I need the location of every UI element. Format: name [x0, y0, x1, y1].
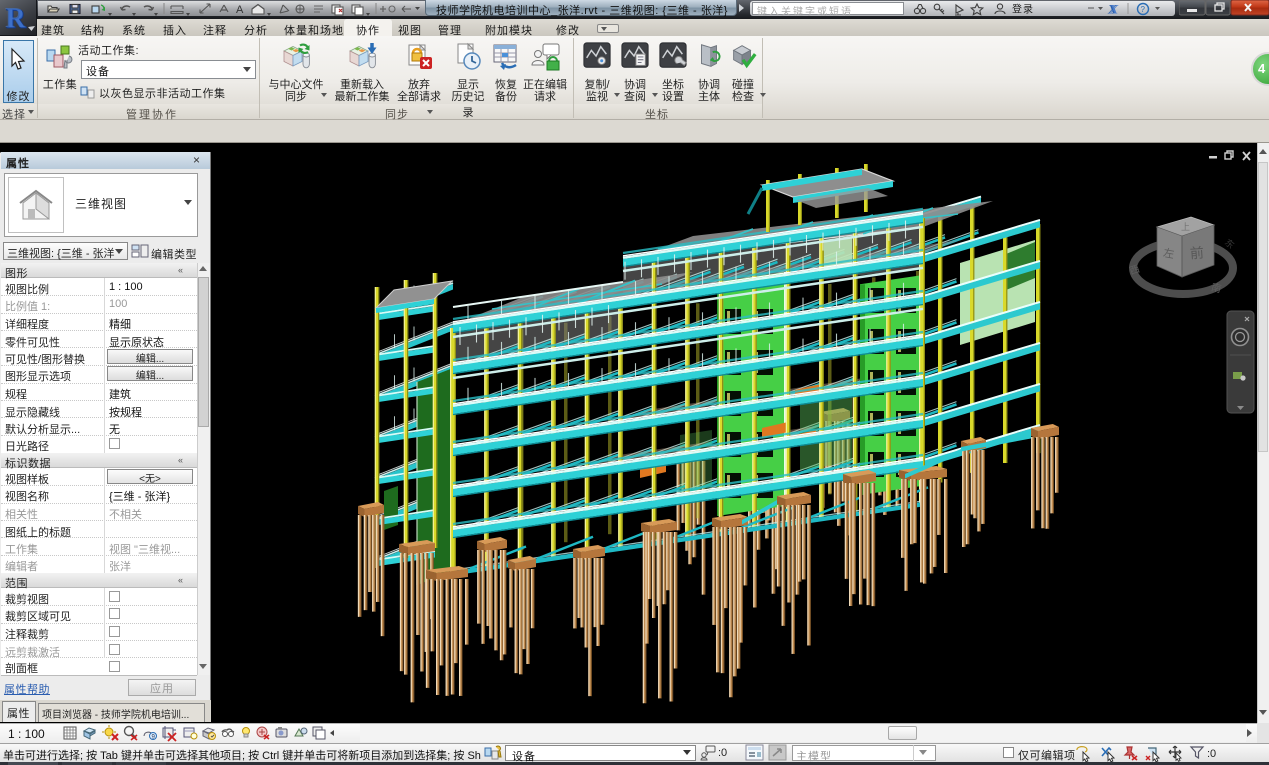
svg-text:左: 左	[1162, 246, 1175, 261]
svg-text:上: 上	[1181, 222, 1190, 232]
svg-text:前: 前	[1189, 244, 1204, 261]
svg-text::0: :0	[1207, 748, 1216, 760]
svg-text:东: 东	[1223, 236, 1237, 250]
svg-text:R: R	[5, 3, 26, 34]
